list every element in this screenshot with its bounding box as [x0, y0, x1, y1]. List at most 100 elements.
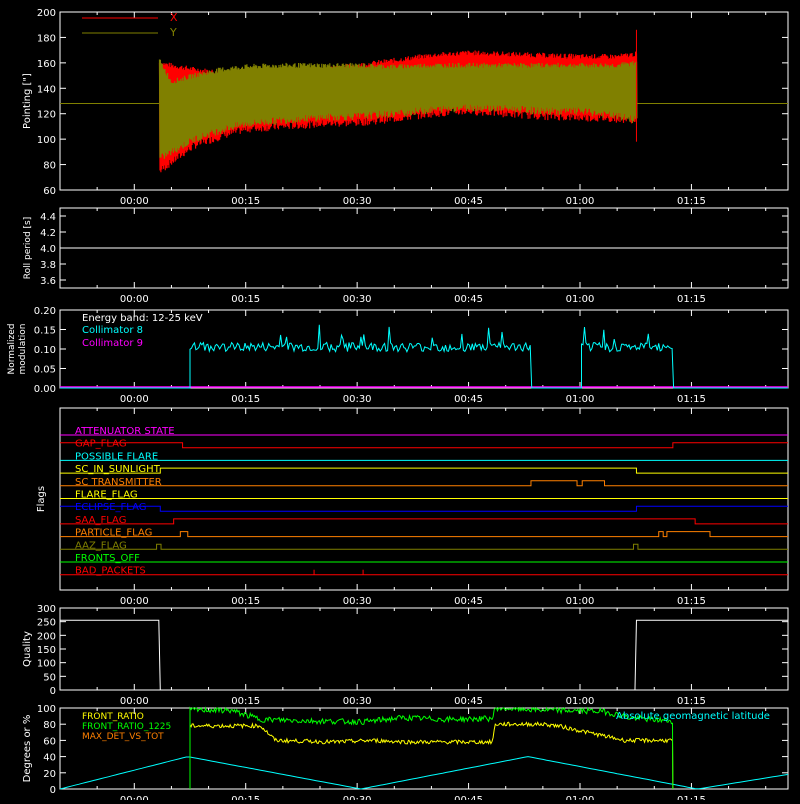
flag-label: GAP_FLAG [75, 439, 127, 450]
time-tick-label: 00:00 [120, 795, 149, 800]
time-tick-label: 01:15 [677, 394, 706, 405]
y-tick-label: 200 [37, 8, 56, 19]
y-axis-label: modulation [18, 324, 28, 375]
y-tick-label: 120 [37, 110, 56, 121]
legend-max-det: MAX_DET_VS_TOT [82, 732, 164, 742]
flag-line [60, 467, 788, 474]
time-tick-label: 01:15 [677, 294, 706, 305]
y-tick-label: 0.05 [34, 365, 56, 376]
time-tick-label: 00:30 [343, 596, 372, 607]
time-tick-label: 00:30 [343, 294, 372, 305]
y-tick-label: 100 [37, 704, 56, 715]
time-tick-label: 01:00 [566, 394, 595, 405]
time-tick-label: 00:00 [120, 596, 149, 607]
y-tick-label: 40 [43, 753, 56, 764]
y-tick-label: 4.2 [40, 228, 56, 239]
y-axis-label: Normalized [7, 323, 17, 374]
time-tick-label: 00:15 [231, 196, 260, 207]
y-axis-label: Degrees or % [22, 715, 33, 783]
y-tick-label: 160 [37, 59, 56, 70]
y-tick-label: 140 [37, 84, 56, 95]
flag-line [60, 531, 788, 538]
series-Y-trace [158, 59, 638, 159]
time-tick-label: 00:30 [343, 196, 372, 207]
y-tick-label: 100 [37, 659, 56, 670]
time-tick-label: 00:30 [343, 394, 372, 405]
time-tick-label: 00:15 [231, 795, 260, 800]
y-tick-label: 0 [50, 785, 56, 796]
y-tick-label: 80 [43, 161, 56, 172]
y-tick-label: 300 [37, 604, 56, 615]
y-tick-label: 0.20 [34, 306, 56, 317]
panel-ratios: 00:00 00:15 00:30 00:45 01:00 01:15 0 20 40 60 80 1… [22, 704, 789, 804]
y-tick-label: 0.00 [34, 384, 56, 395]
time-tick-label: 01:00 [566, 294, 595, 305]
flag-line [60, 480, 788, 487]
y-tick-label: 250 [37, 618, 56, 629]
time-tick-label: 00:45 [454, 795, 483, 800]
panel-modulation: 00:00 00:15 00:30 00:45 01:00 01:15 0.00 0.05 0.… [7, 306, 789, 405]
time-tick-label: 00:15 [231, 394, 260, 405]
panel-flags: 00:00 00:15 00:30 00:45 01:00 01:15FlagsATTEN… [36, 407, 789, 607]
flag-line [60, 543, 788, 550]
legend-energy-band: Energy band: 12-25 keV [82, 313, 203, 324]
y-tick-label: 80 [43, 720, 56, 731]
time-tick-label: 00:45 [454, 696, 483, 707]
y-axis-label: Flags [36, 486, 47, 512]
time-tick-label: 01:15 [677, 596, 706, 607]
y-axis-label: Roll period [s] [23, 217, 33, 279]
y-tick-label: 60 [43, 186, 56, 197]
y-tick-label: 4.4 [40, 212, 56, 223]
geomag-annotation: Absolute geomagnetic latitude [616, 711, 770, 722]
time-tick-label: 00:45 [454, 196, 483, 207]
flag-line [60, 518, 788, 525]
panel-quality: 00:00 00:15 00:30 00:45 01:00 01:15 0 50 100 150 2… [22, 604, 789, 707]
time-tick-label: 01:15 [677, 795, 706, 800]
flag-line [60, 505, 788, 512]
y-tick-label: 60 [43, 736, 56, 747]
collimator8-trace [60, 324, 788, 389]
time-tick-label: 00:00 [120, 294, 149, 305]
panel-roll_period: 00:00 00:15 00:30 00:45 01:00 01:15 3.6 3.8 4.0 4… [23, 207, 789, 305]
flag-line [60, 442, 788, 449]
y-tick-label: 20 [43, 769, 56, 780]
y-tick-label: 0.15 [34, 326, 56, 337]
quality-line [60, 619, 788, 691]
front-ratio-trace [189, 721, 674, 790]
time-tick-label: 00:15 [231, 596, 260, 607]
time-tick-label: 00:45 [454, 394, 483, 405]
time-tick-label: 00:15 [231, 696, 260, 707]
legend-collimator9: Collimator 9 [82, 338, 143, 349]
legend-front-ratio-1225: FRONT_RATIO_1225 [82, 722, 171, 732]
legend-collimator8: Collimator 8 [82, 325, 143, 336]
time-tick-label: 00:45 [454, 596, 483, 607]
y-axis-label: Quality [22, 631, 33, 667]
front-ratio-1225-trace [189, 706, 674, 790]
time-tick-label: 00:45 [454, 294, 483, 305]
y-tick-label: 0 [50, 686, 56, 697]
time-tick-label: 00:00 [120, 196, 149, 207]
y-tick-label: 200 [37, 631, 56, 642]
time-tick-label: 00:15 [231, 294, 260, 305]
y-tick-label: 50 [43, 672, 56, 683]
legend-label-Y: Y [169, 26, 177, 39]
time-tick-label: 01:00 [566, 196, 595, 207]
legend-label-X: X [170, 11, 178, 24]
y-tick-label: 100 [37, 135, 56, 146]
y-tick-label: 150 [37, 645, 56, 656]
summary-plot-svg: 00:00 00:15 00:30 00:45 01:00 01:15 60 80 100 120… [7, 8, 789, 804]
plot-canvas: 00:00 00:15 00:30 00:45 01:00 01:15 60 80 100 120… [0, 0, 800, 804]
time-tick-label: 01:00 [566, 596, 595, 607]
time-tick-label: 01:00 [566, 795, 595, 800]
y-tick-label: 0.10 [34, 345, 56, 356]
panel-pointing: 00:00 00:15 00:30 00:45 01:00 01:15 60 80 100 120… [22, 8, 789, 207]
y-tick-label: 180 [37, 33, 56, 44]
flag-label: ECLIPSE_FLAG [75, 502, 146, 513]
geomag-latitude-line [59, 756, 789, 790]
time-tick-label: 01:00 [566, 696, 595, 707]
time-tick-label: 00:00 [120, 696, 149, 707]
time-tick-label: 01:15 [677, 196, 706, 207]
y-tick-label: 4.0 [40, 244, 56, 255]
time-tick-label: 00:30 [343, 795, 372, 800]
y-axis-label: Pointing ["] [22, 73, 33, 129]
